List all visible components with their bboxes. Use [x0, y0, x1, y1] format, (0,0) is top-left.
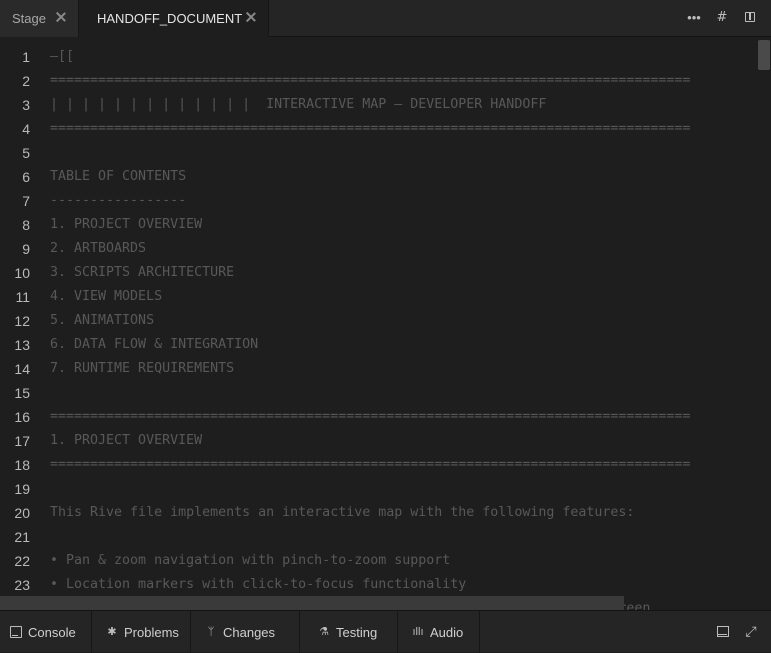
- line-number: 13: [14, 337, 30, 353]
- line-number: 16: [14, 409, 30, 425]
- code-line[interactable]: 9 2. ARTBOARDS: [0, 237, 760, 261]
- bug-icon: ✱: [107, 626, 117, 638]
- code-line[interactable]: 18 ======================================…: [0, 453, 760, 477]
- line-text: 4. VIEW MODELS: [50, 289, 163, 304]
- line-number: 9: [22, 241, 30, 257]
- line-text: -----------------: [50, 193, 187, 208]
- code-line[interactable]: 14 7. RUNTIME REQUIREMENTS: [0, 357, 760, 381]
- tab-label: HANDOFF_DOCUMENT: [97, 11, 243, 26]
- code-line[interactable]: 19: [0, 477, 760, 501]
- hash-icon[interactable]: #: [713, 9, 731, 27]
- scrollbar-thumb[interactable]: [758, 40, 770, 70]
- line-text: 2. ARTBOARDS: [50, 241, 147, 256]
- code-line[interactable]: 4 =======================================…: [0, 117, 760, 141]
- line-text: —[[: [50, 49, 75, 64]
- tab-changes[interactable]: ᛘ Changes: [191, 611, 300, 653]
- line-text: 1. PROJECT OVERVIEW: [50, 217, 203, 232]
- line-text: 1. PROJECT OVERVIEW: [50, 433, 203, 448]
- code-line[interactable]: 11 4. VIEW MODELS: [0, 285, 760, 309]
- code-line[interactable]: 16 ======================================…: [0, 405, 760, 429]
- tab-label: Testing: [336, 624, 378, 640]
- tab-stage[interactable]: Stage: [0, 0, 79, 37]
- code-line[interactable]: 21: [0, 525, 760, 549]
- line-number: 11: [15, 289, 30, 305]
- line-text: • Location markers with click-to-focus f…: [50, 577, 467, 592]
- line-number: 19: [14, 481, 30, 497]
- line-number: 17: [14, 433, 30, 449]
- line-text: 7. RUNTIME REQUIREMENTS: [50, 361, 235, 376]
- line-number: 12: [14, 313, 30, 329]
- line-text: TABLE OF CONTENTS: [50, 169, 187, 184]
- close-icon[interactable]: [244, 10, 258, 24]
- line-number: 10: [14, 265, 30, 281]
- code-line[interactable]: 2 =======================================…: [0, 69, 760, 93]
- branch-icon: ᛘ: [207, 626, 215, 638]
- line-number: 8: [22, 217, 30, 233]
- code-line[interactable]: 13 6. DATA FLOW & INTEGRATION: [0, 333, 760, 357]
- maximize-icon[interactable]: ⤢: [743, 624, 759, 640]
- line-text: ========================================…: [50, 409, 691, 424]
- console-icon: [10, 626, 22, 638]
- code-line[interactable]: 10 3. SCRIPTS ARCHITECTURE: [0, 261, 760, 285]
- line-number: 2: [22, 73, 30, 89]
- line-number: 20: [14, 505, 30, 521]
- line-text: This Rive file implements an interactive…: [50, 505, 635, 520]
- line-number: 15: [14, 385, 30, 401]
- code-line[interactable]: 5: [0, 141, 760, 165]
- split-editor-icon[interactable]: [742, 9, 760, 27]
- code-line[interactable]: 6 TABLE OF CONTENTS: [0, 165, 760, 189]
- tab-label: Problems: [124, 624, 179, 640]
- tab-label: Console: [28, 624, 76, 640]
- line-number: 7: [22, 193, 30, 209]
- tab-problems[interactable]: ✱ Problems: [92, 611, 191, 653]
- tab-testing[interactable]: ⚗ Testing: [300, 611, 398, 653]
- code-line[interactable]: 3 | | | | | | | | | | | | | INTERACTIVE M…: [0, 93, 760, 117]
- tab-label: Audio: [430, 624, 464, 640]
- line-number: 4: [22, 121, 30, 137]
- line-number: 6: [22, 169, 30, 185]
- line-text: ========================================…: [50, 73, 691, 88]
- line-text: 5. ANIMATIONS: [50, 313, 155, 328]
- line-text: • Pan & zoom navigation with pinch-to-zo…: [50, 553, 451, 568]
- line-number: 1: [22, 49, 30, 65]
- code-line[interactable]: 15: [0, 381, 760, 405]
- code-line[interactable]: 8 1. PROJECT OVERVIEW: [0, 213, 760, 237]
- tab-audio[interactable]: ıllı Audio: [398, 611, 480, 653]
- line-text: ========================================…: [50, 457, 691, 472]
- code-line[interactable]: 23 • Location markers with click-to-focus…: [0, 573, 760, 597]
- tab-label: Changes: [223, 624, 276, 640]
- tab-console[interactable]: Console: [0, 611, 92, 653]
- line-text: ========================================…: [50, 121, 691, 136]
- line-number: 14: [14, 361, 30, 377]
- close-icon[interactable]: [54, 10, 68, 24]
- tab-handoff-document[interactable]: HANDOFF_DOCUMENT: [79, 0, 269, 37]
- code-line[interactable]: 22 • Pan & zoom navigation with pinch-to-…: [0, 549, 760, 573]
- more-icon[interactable]: •••: [685, 9, 703, 27]
- code-line[interactable]: 20 This Rive file implements an interacti…: [0, 501, 760, 525]
- line-number: 18: [14, 457, 30, 473]
- line-number: 22: [14, 553, 30, 569]
- code-editor[interactable]: 1 —[[ 2 ===================================…: [0, 38, 771, 610]
- code-line[interactable]: 1 —[[: [0, 45, 760, 69]
- line-number: 5: [22, 145, 30, 161]
- tab-label: Stage: [12, 11, 46, 26]
- flask-icon: ⚗: [319, 626, 329, 638]
- toggle-panel-icon[interactable]: [715, 624, 731, 640]
- code-line[interactable]: 12 5. ANIMATIONS: [0, 309, 760, 333]
- editor-tab-bar: Stage HANDOFF_DOCUMENT ••• #: [0, 0, 771, 37]
- code-line[interactable]: 17 1. PROJECT OVERVIEW: [0, 429, 760, 453]
- audio-wave-icon: ıllı: [412, 626, 424, 638]
- line-text: | | | | | | | | | | | | | INTERACTIVE MA…: [50, 97, 547, 112]
- bottom-panel-bar: Console ✱ Problems ᛘ Changes ⚗ Testing ı…: [0, 610, 771, 653]
- line-number: 23: [14, 577, 30, 593]
- horizontal-scrollbar[interactable]: [0, 596, 624, 610]
- line-text: 6. DATA FLOW & INTEGRATION: [50, 337, 259, 352]
- line-number: 21: [14, 529, 30, 545]
- code-line[interactable]: 7 -----------------: [0, 189, 760, 213]
- vertical-scrollbar[interactable]: [757, 38, 771, 610]
- line-text: 3. SCRIPTS ARCHITECTURE: [50, 265, 235, 280]
- line-number: 3: [22, 97, 30, 113]
